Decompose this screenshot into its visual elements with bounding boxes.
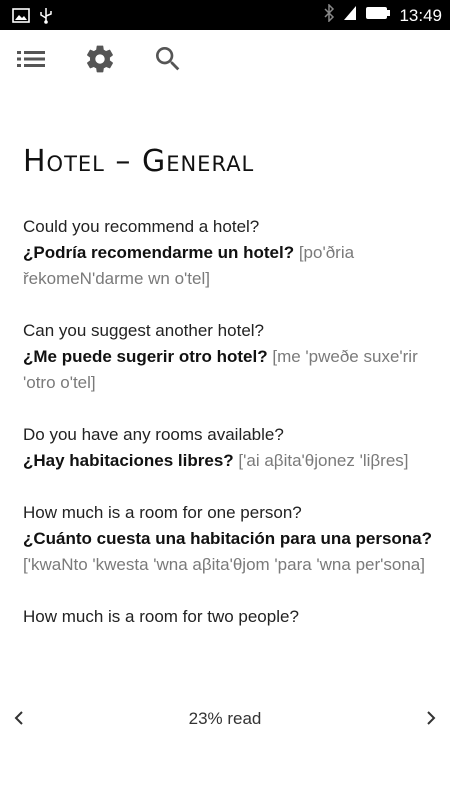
list-icon [15, 48, 47, 75]
bluetooth-icon [323, 3, 335, 27]
phrase-entry: Could you recommend a hotel? ¿Podría rec… [23, 214, 433, 292]
settings-button[interactable] [83, 44, 117, 78]
phrase-entry: How much is a room for one person? ¿Cuán… [23, 500, 433, 578]
next-page-button[interactable] [419, 708, 443, 732]
english-phrase: How much is a room for two people? [23, 607, 299, 626]
spanish-phrase: ¿Podría recomendarme un hotel? [23, 243, 299, 262]
phrase-entry: Can you suggest another hotel? ¿Me puede… [23, 318, 433, 396]
reading-progress: 23% read [188, 709, 262, 728]
spanish-phrase: ¿Me puede sugerir otro hotel? [23, 347, 273, 366]
phrase-entry: Do you have any rooms available? ¿Hay ha… [23, 422, 433, 474]
spanish-phrase: ¿Cuánto cuesta una habitación para una p… [23, 529, 433, 548]
chevron-right-icon [424, 710, 438, 731]
pronunciation: ['kwaNto 'kwesta 'wna aβita'θjom 'para '… [23, 555, 425, 574]
page-title: Hotel – General [23, 144, 255, 179]
phrasebook-content: Hotel – General Could you recommend a ho… [23, 140, 433, 680]
english-phrase: Could you recommend a hotel? [23, 217, 260, 236]
phrase-entry: How much is a room for two people? [23, 604, 433, 630]
usb-icon [40, 7, 52, 29]
image-icon [12, 8, 30, 28]
reading-footer: 23% read [0, 700, 450, 740]
toolbar [0, 30, 450, 92]
english-phrase: Can you suggest another hotel? [23, 321, 265, 340]
spanish-phrase: ¿Hay habitaciones libres? [23, 451, 239, 470]
status-time: 13:49 [399, 5, 442, 25]
settings-gear-icon [84, 43, 116, 80]
status-bar: 13:49 [0, 0, 450, 30]
english-phrase: How much is a room for one person? [23, 503, 302, 522]
english-phrase: Do you have any rooms available? [23, 425, 284, 444]
wifi-icon [343, 4, 357, 27]
table-of-contents-button[interactable] [14, 44, 48, 78]
battery-icon [365, 6, 391, 25]
search-icon [152, 43, 184, 80]
search-button[interactable] [151, 44, 185, 78]
pronunciation: ['ai aβita'θjonez 'liβres] [238, 451, 409, 470]
